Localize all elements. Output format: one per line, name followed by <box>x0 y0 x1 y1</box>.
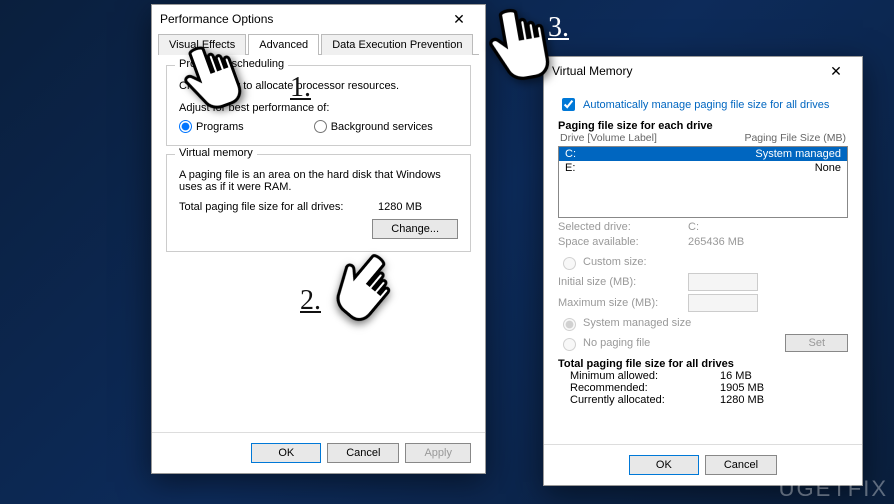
vm-total-value: 1280 MB <box>378 201 458 213</box>
virtual-memory-group: Virtual memory A paging file is an area … <box>166 154 471 252</box>
vm-desc: A paging file is an area on the hard dis… <box>179 169 458 193</box>
ok-button[interactable]: OK <box>629 455 699 475</box>
drive-list-header: Drive [Volume Label] Paging File Size (M… <box>558 132 848 144</box>
pfs-group-label: Paging file size for each drive <box>558 120 848 132</box>
dialog-actions: OK Cancel Apply <box>152 432 485 473</box>
auto-manage-input[interactable] <box>562 98 575 111</box>
rec-value: 1905 MB <box>720 382 764 394</box>
apply-button[interactable]: Apply <box>405 443 471 463</box>
change-button[interactable]: Change... <box>372 219 458 239</box>
drive-list[interactable]: C: System managed E: None <box>558 146 848 218</box>
close-icon[interactable] <box>816 59 856 83</box>
rec-label: Recommended: <box>570 382 720 394</box>
min-label: Minimum allowed: <box>570 370 720 382</box>
tab-advanced[interactable]: Advanced <box>248 34 319 55</box>
selected-drive-value: C: <box>688 221 699 233</box>
tab-body-advanced: Processor scheduling Choose how to alloc… <box>152 55 485 270</box>
ok-button[interactable]: OK <box>251 443 321 463</box>
drive-row[interactable]: E: None <box>559 161 847 175</box>
radio-programs-input[interactable] <box>179 120 192 133</box>
step-label-3: 3. <box>548 12 569 44</box>
cancel-button[interactable]: Cancel <box>705 455 777 475</box>
titlebar: Virtual Memory <box>544 57 862 85</box>
maximum-label: Maximum size (MB): <box>558 297 688 309</box>
dialog-title: Performance Options <box>160 12 439 26</box>
radio-programs[interactable]: Programs <box>179 120 244 133</box>
radio-custom <box>563 257 576 270</box>
drive-label: C: <box>565 148 755 160</box>
drive-col: Drive [Volume Label] <box>560 132 744 144</box>
watermark: UGETFIX <box>779 476 888 502</box>
selected-drive-label: Selected drive: <box>558 221 688 233</box>
processor-scheduling-group: Processor scheduling Choose how to alloc… <box>166 65 471 146</box>
drive-label: E: <box>565 162 815 174</box>
auto-manage-checkbox[interactable]: Automatically manage paging file size fo… <box>558 95 848 114</box>
tab-dep[interactable]: Data Execution Prevention <box>321 34 473 55</box>
no-paging-label: No paging file <box>583 337 650 349</box>
auto-manage-label: Automatically manage paging file size fo… <box>583 99 829 111</box>
virtual-memory-dialog: Virtual Memory Automatically manage pagi… <box>543 56 863 486</box>
vm-total-label: Total paging file size for all drives: <box>179 201 378 213</box>
titlebar: Performance Options <box>152 5 485 33</box>
drive-row[interactable]: C: System managed <box>559 147 847 161</box>
min-value: 16 MB <box>720 370 752 382</box>
adjust-label: Adjust for best performance of: <box>179 102 458 114</box>
tabs: Visual Effects Advanced Data Execution P… <box>158 33 479 55</box>
tab-visual-effects[interactable]: Visual Effects <box>158 34 246 55</box>
cancel-button[interactable]: Cancel <box>327 443 399 463</box>
drive-value: System managed <box>755 148 841 160</box>
space-value: 265436 MB <box>688 236 744 248</box>
initial-label: Initial size (MB): <box>558 276 688 288</box>
system-managed-label: System managed size <box>583 317 691 329</box>
drive-value: None <box>815 162 841 174</box>
radio-programs-label: Programs <box>196 121 244 133</box>
vm-body: Automatically manage paging file size fo… <box>544 85 862 416</box>
size-col: Paging File Size (MB) <box>744 132 846 144</box>
group-title: Virtual memory <box>175 147 257 159</box>
maximum-input <box>688 294 758 312</box>
cur-label: Currently allocated: <box>570 394 720 406</box>
total-header: Total paging file size for all drives <box>558 358 848 370</box>
radio-background-label: Background services <box>331 121 433 133</box>
space-label: Space available: <box>558 236 688 248</box>
dialog-title: Virtual Memory <box>552 64 816 78</box>
proc-desc: Choose how to allocate processor resourc… <box>179 80 458 92</box>
radio-background-input[interactable] <box>314 120 327 133</box>
performance-options-dialog: Performance Options Visual Effects Advan… <box>151 4 486 474</box>
initial-input <box>688 273 758 291</box>
custom-label: Custom size: <box>583 256 647 268</box>
radio-background[interactable]: Background services <box>314 120 433 133</box>
set-button: Set <box>785 334 848 352</box>
cur-value: 1280 MB <box>720 394 764 406</box>
radio-system-managed <box>563 318 576 331</box>
radio-no-paging <box>563 338 576 351</box>
group-title: Processor scheduling <box>175 58 288 70</box>
close-icon[interactable] <box>439 7 479 31</box>
